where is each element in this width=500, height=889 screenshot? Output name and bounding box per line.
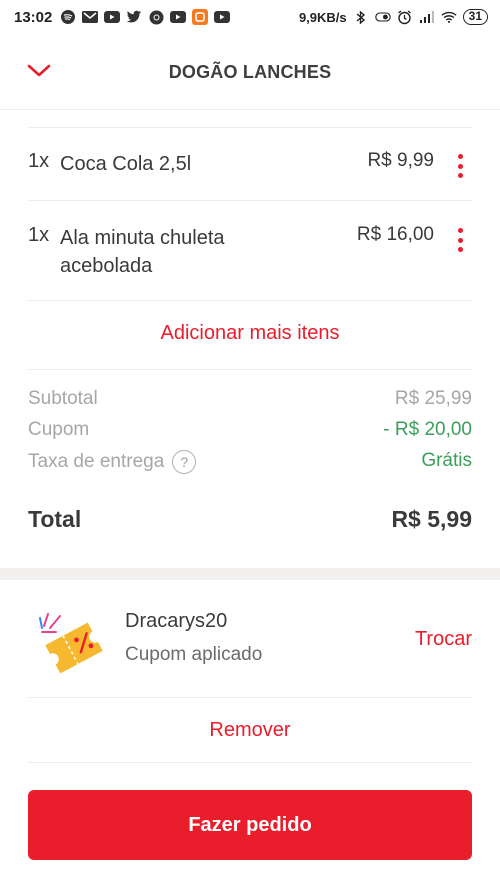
alarm-icon: [397, 9, 413, 25]
battery-icon: 31: [462, 9, 488, 25]
status-time: 13:02: [14, 8, 53, 26]
coupon-card: Dracarys20 Cupom aplicado Trocar: [0, 580, 500, 696]
spotify-icon: [60, 9, 76, 25]
item-quantity: 1x: [28, 224, 50, 246]
youtube-icon: [214, 9, 231, 25]
youtube-icon: [170, 9, 187, 25]
item-name: Ala minuta chuleta acebolada: [60, 227, 225, 277]
cart-item[interactable]: 1x Coca Cola 2,5l R$ 9,99: [28, 150, 472, 180]
place-order-button[interactable]: Fazer pedido: [28, 790, 472, 860]
change-coupon-button[interactable]: Trocar: [415, 628, 472, 651]
divider: [28, 697, 472, 698]
coupon-label: Cupom: [28, 419, 90, 440]
twitter-icon: [126, 9, 142, 25]
status-bar: 13:02 9,9KB/s 31: [0, 0, 500, 34]
divider: [28, 369, 472, 370]
order-summary: Subtotal R$ 25,99 Cupom - R$ 20,00 Taxa …: [28, 388, 472, 481]
total-row: Total R$ 5,99: [28, 506, 472, 533]
coupon-status: Cupom aplicado: [125, 644, 263, 665]
item-name: Coca Cola 2,5l: [60, 153, 192, 175]
delivery-fee-row: Taxa de entrega ? Grátis: [28, 450, 472, 481]
youtube-icon: [104, 9, 121, 25]
divider: [28, 300, 472, 301]
item-price: R$ 9,99: [367, 150, 434, 171]
gmail-icon: [82, 9, 99, 25]
subtotal-row: Subtotal R$ 25,99: [28, 388, 472, 419]
section-separator: [0, 568, 500, 580]
wifi-icon: [441, 9, 457, 25]
item-price: R$ 16,00: [356, 224, 434, 245]
help-icon[interactable]: ?: [172, 450, 197, 474]
notification-icons: [60, 9, 231, 25]
divider: [28, 762, 472, 763]
app-header: DOGÃO LANCHES: [0, 34, 500, 110]
more-options-icon[interactable]: [454, 154, 466, 178]
system-icons: 9,9KB/s 31: [299, 9, 488, 25]
toggle-icon: [374, 9, 391, 25]
add-more-items-button[interactable]: Adicionar mais itens: [0, 322, 500, 345]
delivery-fee-label: Taxa de entrega: [28, 451, 165, 472]
network-speed: 9,9KB/s: [298, 9, 347, 25]
cart-item[interactable]: 1x Ala minuta chuleta acebolada R$ 16,00: [28, 224, 472, 284]
coupon-row: Cupom - R$ 20,00: [28, 419, 472, 450]
subtotal-value: R$ 25,99: [394, 388, 472, 409]
delivery-fee-value: Grátis: [421, 450, 472, 471]
divider: [28, 200, 472, 201]
coupon-ticket-icon: [36, 608, 106, 678]
signal-icon: [419, 9, 435, 25]
coupon-discount-value: - R$ 20,00: [383, 419, 472, 440]
chrome-icon: [148, 9, 164, 25]
delivery-fee-label-group: Taxa de entrega ?: [28, 450, 197, 474]
app-icon: [192, 9, 209, 25]
divider: [28, 127, 472, 128]
subtotal-label: Subtotal: [28, 388, 98, 409]
item-quantity: 1x: [28, 150, 50, 172]
bluetooth-icon: [353, 9, 369, 25]
coupon-code: Dracarys20: [125, 610, 228, 632]
page-title: DOGÃO LANCHES: [168, 62, 332, 82]
total-label: Total: [28, 506, 82, 532]
remove-coupon-button[interactable]: Remover: [0, 719, 500, 742]
total-value: R$ 5,99: [391, 506, 472, 532]
more-options-icon[interactable]: [454, 228, 466, 252]
